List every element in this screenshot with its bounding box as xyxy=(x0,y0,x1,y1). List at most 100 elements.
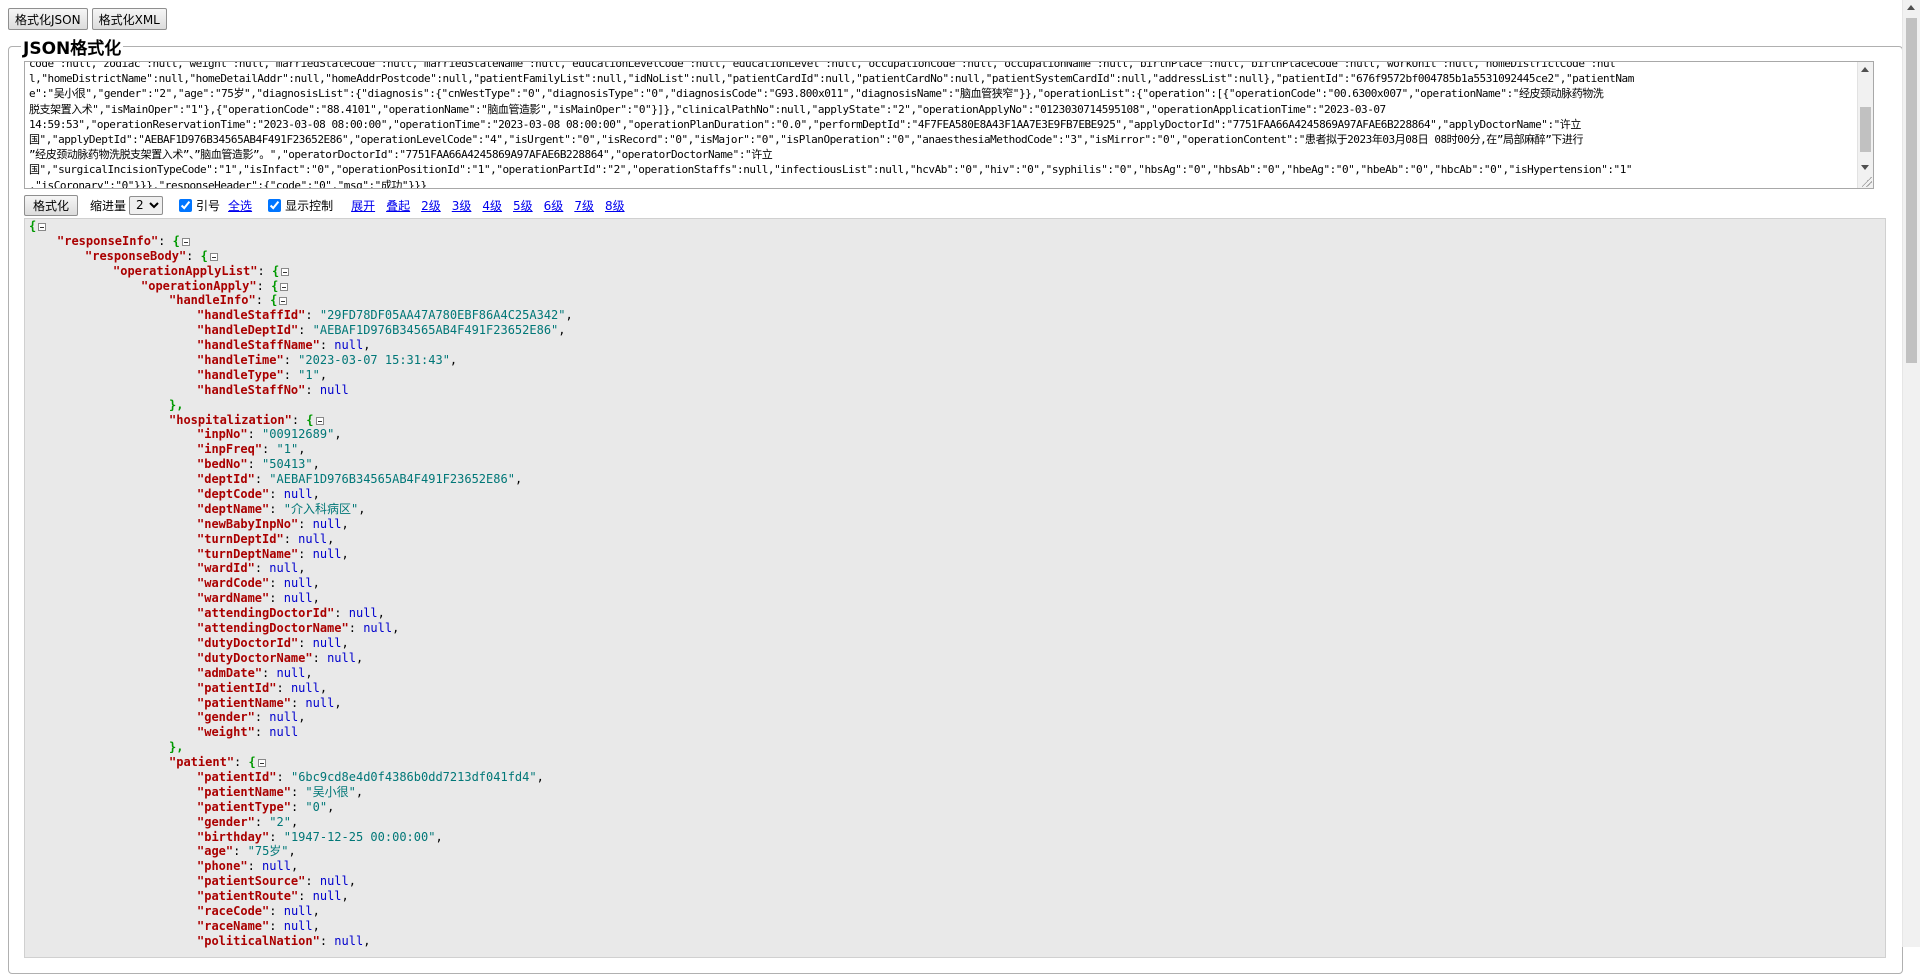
json-key-quote: " xyxy=(247,561,255,576)
json-comma: , xyxy=(449,353,458,368)
json-tree-row: "patientSource": null, xyxy=(29,874,573,889)
raw-json-line: 国","applyDeptId":"AEBAF1D976B34565AB4F49… xyxy=(29,133,1584,147)
textarea-scroll-thumb[interactable] xyxy=(1860,107,1871,152)
quote-checkbox[interactable] xyxy=(179,198,193,212)
json-key: handleStaffName xyxy=(204,338,313,353)
json-tree-row: "handleStaffId": "29FD78DF05AA47A780EBF8… xyxy=(29,308,573,323)
json-open-brace: { xyxy=(200,248,208,263)
json-string-value: 1947-12-25 00:00:00 xyxy=(290,829,429,844)
collapse-toggle-icon[interactable] xyxy=(280,282,289,291)
json-close-brace: }, xyxy=(169,740,184,755)
level-2-link[interactable]: 2级 xyxy=(421,197,441,214)
page-scroll-up-icon[interactable] xyxy=(1907,5,1915,10)
format-button[interactable]: 格式化 xyxy=(24,194,79,216)
collapse-toggle-icon[interactable] xyxy=(279,297,288,306)
json-colon: : xyxy=(247,457,263,472)
json-string-value: 6bc9cd8e4d0f4386b0dd7213df041fd4 xyxy=(298,769,530,784)
json-string-value: 00912689 xyxy=(269,427,328,442)
json-key: dutyDoctorId xyxy=(204,635,291,650)
json-tree-row: "attendingDoctorName": null, xyxy=(29,621,573,636)
json-comma: , xyxy=(341,889,349,904)
json-open-brace: { xyxy=(248,755,256,770)
collapse-toggle-icon[interactable] xyxy=(257,759,266,768)
collapse-toggle-icon[interactable] xyxy=(181,237,190,246)
json-string-value: 75岁 xyxy=(254,844,282,859)
select-all-link[interactable]: 全选 xyxy=(228,197,252,214)
json-comma: , xyxy=(312,487,320,502)
json-null-value: null xyxy=(283,576,313,591)
json-string-quote: " xyxy=(529,769,537,784)
panel-title: JSON格式化 xyxy=(23,39,122,59)
json-comma: , xyxy=(298,710,306,725)
json-key-quote: " xyxy=(240,859,248,874)
json-colon: : xyxy=(298,889,313,904)
json-key-quote: " xyxy=(341,621,349,636)
json-colon: : xyxy=(269,903,284,918)
json-key-quote: " xyxy=(284,412,292,427)
json-comma: , xyxy=(558,323,566,338)
scroll-down-arrow-icon[interactable] xyxy=(1861,165,1869,170)
page-scrollbar[interactable] xyxy=(1902,0,1920,947)
collapse-toggle-icon[interactable] xyxy=(209,252,218,261)
json-tree-row: "admDate": null, xyxy=(29,666,573,681)
json-comma: , xyxy=(435,829,443,844)
json-key: patientId xyxy=(204,680,270,695)
page-scroll-thumb[interactable] xyxy=(1906,18,1917,363)
json-string-quote: " xyxy=(312,367,320,382)
level-4-link[interactable]: 4级 xyxy=(482,197,502,214)
collapse-toggle-icon[interactable] xyxy=(315,416,324,425)
json-null-value: null xyxy=(363,621,393,636)
json-null-value: null xyxy=(283,918,313,933)
json-string-quote: " xyxy=(283,501,291,516)
json-tree-row: "deptName": "介入科病区", xyxy=(29,502,573,517)
level-3-link[interactable]: 3级 xyxy=(452,197,472,214)
json-null-value: null xyxy=(334,338,364,353)
json-tree-row: "dutyDoctorName": null, xyxy=(29,651,573,666)
json-tree-row: "newBabyInpNo": null, xyxy=(29,517,573,532)
json-key-quote: " xyxy=(283,799,291,814)
json-open-brace: { xyxy=(271,278,279,293)
collapse-toggle-icon[interactable] xyxy=(38,223,47,231)
level-7-link[interactable]: 7级 xyxy=(574,197,594,214)
json-comma: , xyxy=(514,472,523,487)
json-colon: : xyxy=(298,516,313,531)
json-key: handleType xyxy=(204,367,277,382)
json-tree-row: "responseInfo": { xyxy=(29,234,573,249)
show-control-label: 显示控制 xyxy=(285,198,334,213)
textarea-scrollbar[interactable] xyxy=(1857,62,1873,188)
collapse-toggle-icon[interactable] xyxy=(281,267,290,276)
json-null-value: null xyxy=(283,487,313,502)
level-8-link[interactable]: 8级 xyxy=(605,197,625,214)
level-5-link[interactable]: 5级 xyxy=(513,197,533,214)
json-tree-row: "deptCode": null, xyxy=(29,487,573,502)
json-comma: , xyxy=(312,591,320,606)
json-key: turnDeptId xyxy=(204,531,277,546)
level-6-link[interactable]: 6级 xyxy=(544,197,564,214)
json-tree-row: "age": "75岁", xyxy=(29,844,573,859)
json-tree-row: "wardCode": null, xyxy=(29,576,573,591)
json-comma: , xyxy=(334,695,342,710)
format-json-button[interactable]: 格式化JSON xyxy=(8,8,88,30)
json-colon: : xyxy=(319,338,335,353)
raw-json-textarea[interactable]: code":null,"zodiac":null,"weight":null,"… xyxy=(24,61,1874,189)
json-key-quote: " xyxy=(269,769,277,784)
json-tree-row: "gender": "2", xyxy=(29,815,573,830)
json-tree-row: "patientName": "吴小很", xyxy=(29,785,573,800)
json-key: operationApply xyxy=(148,278,250,293)
expand-link[interactable]: 展开 xyxy=(351,197,375,214)
json-string-quote: " xyxy=(276,442,284,457)
scroll-up-arrow-icon[interactable] xyxy=(1861,67,1869,72)
json-string-quote: " xyxy=(305,799,313,814)
json-comma: , xyxy=(341,516,349,531)
json-colon: : xyxy=(290,799,306,814)
json-key-quote: " xyxy=(250,263,258,278)
json-key: wardCode xyxy=(204,576,263,591)
indent-select[interactable]: 2 xyxy=(129,195,164,215)
resize-grip-icon[interactable] xyxy=(1862,177,1872,187)
json-key-quote: " xyxy=(283,695,291,710)
show-control-checkbox[interactable] xyxy=(268,198,282,212)
collapse-link[interactable]: 叠起 xyxy=(386,197,410,214)
json-key: turnDeptName xyxy=(204,546,291,561)
json-null-value: null xyxy=(283,903,313,918)
format-xml-button[interactable]: 格式化XML xyxy=(91,8,167,30)
